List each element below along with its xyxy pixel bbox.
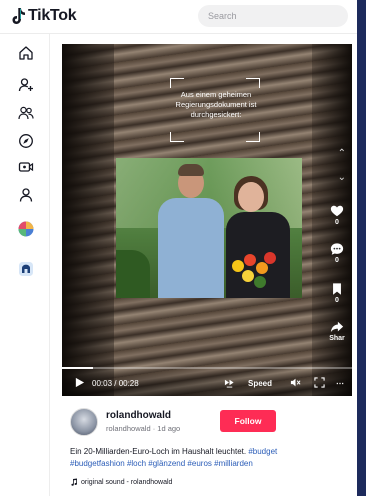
person-right-head bbox=[238, 182, 264, 212]
friends-icon bbox=[18, 106, 34, 120]
video-controls: 00:03 / 00:28 Speed ⋯ bbox=[62, 368, 352, 396]
like-button[interactable]: 0 bbox=[326, 204, 348, 226]
tiktok-page: TikTok Search Aus einem geheimen Regieru… bbox=[0, 0, 366, 496]
following-icon bbox=[18, 78, 33, 92]
frame-corner bbox=[170, 132, 184, 142]
frame-corner bbox=[246, 132, 260, 142]
flower bbox=[264, 252, 276, 264]
bookmark-button[interactable]: 0 bbox=[326, 282, 348, 304]
previous-video-chevron-icon[interactable]: ⌃ bbox=[338, 148, 346, 159]
flower bbox=[256, 262, 268, 274]
tiktok-logo[interactable]: TikTok bbox=[12, 7, 77, 25]
volume-muted-icon bbox=[290, 378, 301, 387]
original-sound-link[interactable]: original sound - rolandhowald bbox=[70, 478, 172, 486]
sidebar-item-explore[interactable] bbox=[17, 132, 35, 150]
flower bbox=[244, 254, 256, 266]
sidebar-nav bbox=[0, 34, 50, 496]
hashtag-links[interactable]: #budgetfashion #loch #glänzend #euros #m… bbox=[70, 459, 253, 468]
sidebar-item-profile[interactable] bbox=[17, 186, 35, 204]
frame-corner bbox=[246, 78, 260, 88]
sidebar-item-app[interactable] bbox=[17, 260, 35, 278]
like-icon bbox=[330, 205, 344, 217]
sidebar-item-creator[interactable] bbox=[17, 220, 35, 238]
speed-icon bbox=[224, 379, 234, 388]
comment-count: 0 bbox=[335, 257, 339, 264]
share-icon bbox=[330, 321, 344, 333]
avatar[interactable] bbox=[70, 408, 98, 436]
video-caption-text: Aus einem geheimen Regierungsdokument is… bbox=[175, 90, 257, 119]
share-button[interactable]: Shar bbox=[326, 320, 348, 342]
play-button[interactable] bbox=[74, 377, 85, 390]
photo-greenery bbox=[116, 250, 150, 298]
fullscreen-button[interactable] bbox=[314, 377, 325, 390]
search-input[interactable]: Search bbox=[198, 5, 348, 27]
like-count: 0 bbox=[335, 219, 339, 226]
comment-icon bbox=[330, 243, 344, 255]
speed-button[interactable]: Speed bbox=[248, 379, 272, 388]
sidebar-item-home[interactable] bbox=[17, 44, 35, 62]
play-icon bbox=[75, 377, 85, 388]
sidebar-item-friends[interactable] bbox=[17, 104, 35, 122]
explore-icon bbox=[19, 134, 33, 148]
author-subline: rolandhowald · 1d ago bbox=[106, 424, 181, 433]
flower bbox=[242, 270, 254, 282]
top-bar: TikTok Search bbox=[0, 0, 366, 34]
tiktok-logo-icon bbox=[12, 8, 25, 24]
time-display: 00:03 / 00:28 bbox=[92, 379, 139, 388]
follow-button[interactable]: Follow bbox=[220, 410, 276, 432]
post-author-row: rolandhowald rolandhowald · 1d ago Follo… bbox=[62, 402, 352, 438]
flower bbox=[254, 276, 266, 288]
sidebar-item-following[interactable] bbox=[17, 76, 35, 94]
creator-avatar-icon bbox=[18, 221, 34, 237]
description-text: Ein 20-Milliarden-Euro-Loch im Haushalt … bbox=[70, 447, 247, 456]
frame-corner bbox=[170, 78, 184, 88]
person-left-hair bbox=[178, 164, 204, 176]
sound-name: original sound - rolandhowald bbox=[81, 478, 173, 486]
author-username[interactable]: rolandhowald bbox=[106, 410, 171, 421]
more-options-icon[interactable]: ⋯ bbox=[336, 379, 345, 388]
live-icon bbox=[18, 162, 34, 172]
mute-button[interactable] bbox=[290, 377, 301, 390]
next-video-chevron-icon[interactable]: ⌄ bbox=[338, 172, 346, 183]
speed-icon-button[interactable] bbox=[224, 377, 235, 390]
window-edge bbox=[357, 0, 366, 496]
flower-bouquet bbox=[228, 250, 280, 290]
video-player[interactable]: Aus einem geheimen Regierungsdokument is… bbox=[62, 44, 352, 396]
video-photo bbox=[116, 158, 302, 298]
music-note-icon bbox=[71, 478, 77, 486]
home-icon bbox=[19, 46, 33, 60]
comment-button[interactable]: 0 bbox=[326, 242, 348, 264]
hashtag-link[interactable]: #budget bbox=[248, 447, 277, 456]
logo-text: TikTok bbox=[28, 7, 77, 24]
post-description: Ein 20-Milliarden-Euro-Loch im Haushalt … bbox=[70, 446, 346, 470]
flower bbox=[232, 260, 244, 272]
sidebar-item-live[interactable] bbox=[17, 158, 35, 176]
bookmark-icon bbox=[333, 283, 341, 295]
video-shadow-left bbox=[62, 44, 114, 396]
share-label: Shar bbox=[329, 335, 345, 342]
person-left-body bbox=[158, 198, 224, 298]
profile-icon bbox=[19, 188, 33, 202]
app-icon bbox=[19, 262, 33, 276]
bookmark-count: 0 bbox=[335, 297, 339, 304]
fullscreen-icon bbox=[314, 377, 325, 388]
